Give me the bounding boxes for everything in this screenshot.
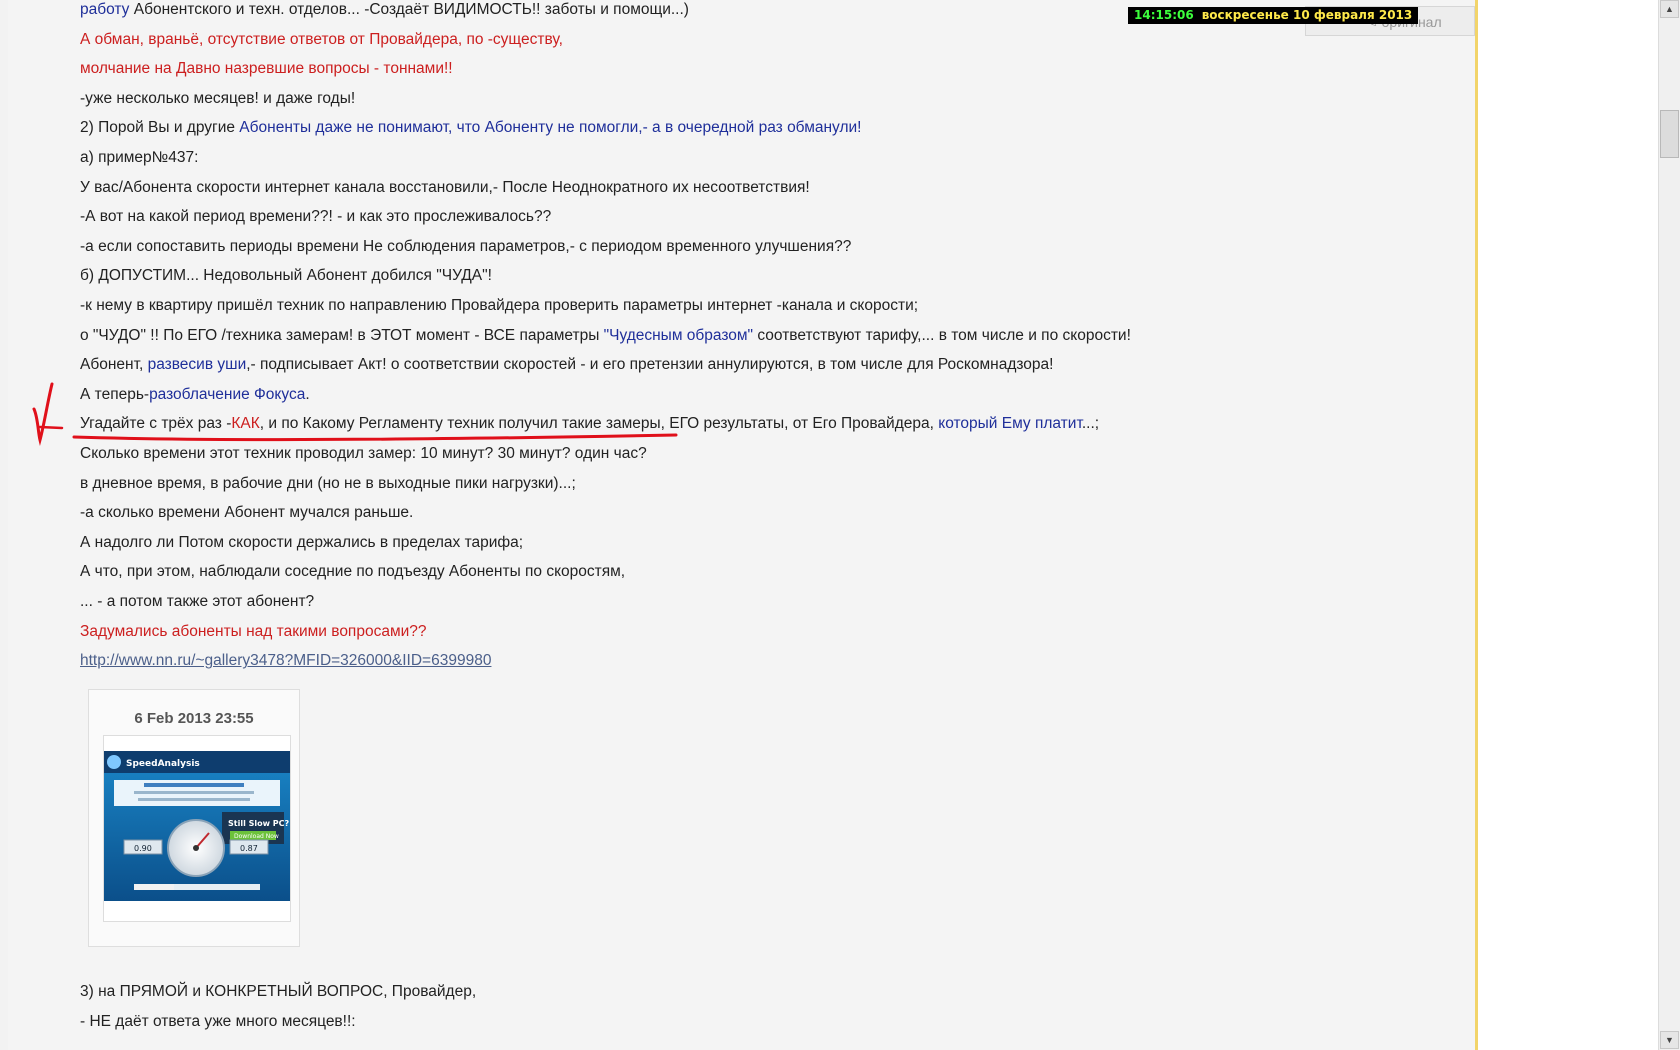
- red-pen-annotation: [32, 382, 678, 441]
- lines-line-23: http://www.nn.ru/~gallery3478?MFID=32600…: [80, 651, 491, 671]
- arrow-stroke-icon: [38, 425, 64, 430]
- clock-overlay: 14:15:06 воскресенье 10 февраля 2013: [1128, 7, 1419, 24]
- bottom_lines-line-2: - НЕ даёт ответа уже много месяцев!!:: [80, 1012, 356, 1032]
- text-segment: - НЕ даёт ответа уже много месяцев!!:: [80, 1012, 356, 1030]
- scroll-down-button[interactable]: ▼: [1660, 1031, 1679, 1049]
- text-segment: соответствуют тарифу,... в том числе и п…: [753, 326, 1131, 344]
- text-segment: -а сколько времени Абонент мучался раньш…: [80, 504, 414, 522]
- speedtest-thumbnail[interactable]: SpeedAnalysis Still Slow PC? Download No…: [103, 735, 291, 922]
- thumb-download: Download Now: [234, 833, 279, 840]
- text-segment: ...;: [1081, 415, 1100, 433]
- photo-attachment[interactable]: 6 Feb 2013 23:55 SpeedAnalysis Still Slo…: [88, 689, 300, 947]
- lines-line-21: ... - а потом также этот абонент?: [80, 592, 314, 612]
- underline-mark: [72, 433, 678, 441]
- text-segment: А надолго ли Потом скорости держались в …: [80, 533, 524, 551]
- text-segment: в дневное время, в рабочие дни (но не в …: [80, 474, 576, 492]
- thumb-banner: Still Slow PC?: [228, 819, 290, 828]
- gallery-link[interactable]: http://www.nn.ru/~gallery3478?MFID=32600…: [80, 652, 491, 669]
- text-segment: Задумались абоненты над такими вопросами…: [80, 622, 427, 640]
- text-segment: 3) на ПРЯМОЙ и КОНКРЕТНЫЙ ВОПРОС, Провай…: [80, 983, 477, 1000]
- thumb-right-value: 0.87: [240, 844, 258, 853]
- text-segment: А что, при этом, наблюдали соседние по п…: [80, 563, 626, 581]
- text-segment: ... - а потом также этот абонент?: [80, 593, 315, 610]
- lines-line-22: Задумались абоненты над такими вопросами…: [80, 622, 427, 642]
- clock-date: воскресенье 10 февраля 2013: [1201, 8, 1413, 22]
- checkmark-icon: [32, 382, 54, 441]
- scrollbar-thumb[interactable]: [1660, 110, 1679, 158]
- right-gutter: [1478, 0, 1658, 1050]
- vertical-scrollbar[interactable]: ▲ ▼: [1658, 0, 1680, 1050]
- thumb-left-value: 0.90: [134, 844, 152, 853]
- text-segment: который Ему платит: [938, 415, 1082, 433]
- lines-line-18: -а сколько времени Абонент мучался раньш…: [80, 503, 413, 523]
- scroll-up-button[interactable]: ▲: [1660, 0, 1679, 18]
- lines-line-20: А что, при этом, наблюдали соседние по п…: [80, 562, 625, 582]
- photo-date: 6 Feb 2013 23:55: [134, 710, 254, 727]
- bottom_lines-line-1: 3) на ПРЯМОЙ и КОНКРЕТНЫЙ ВОПРОС, Провай…: [80, 982, 476, 1002]
- lines-line-17: в дневное время, в рабочие дни (но не в …: [80, 474, 576, 494]
- clock-time: 14:15:06: [1134, 8, 1194, 22]
- lines-line-19: А надолго ли Потом скорости держались в …: [80, 533, 523, 553]
- speedtest-image: SpeedAnalysis Still Slow PC? Download No…: [104, 736, 290, 921]
- thumb-title: SpeedAnalysis: [126, 759, 200, 769]
